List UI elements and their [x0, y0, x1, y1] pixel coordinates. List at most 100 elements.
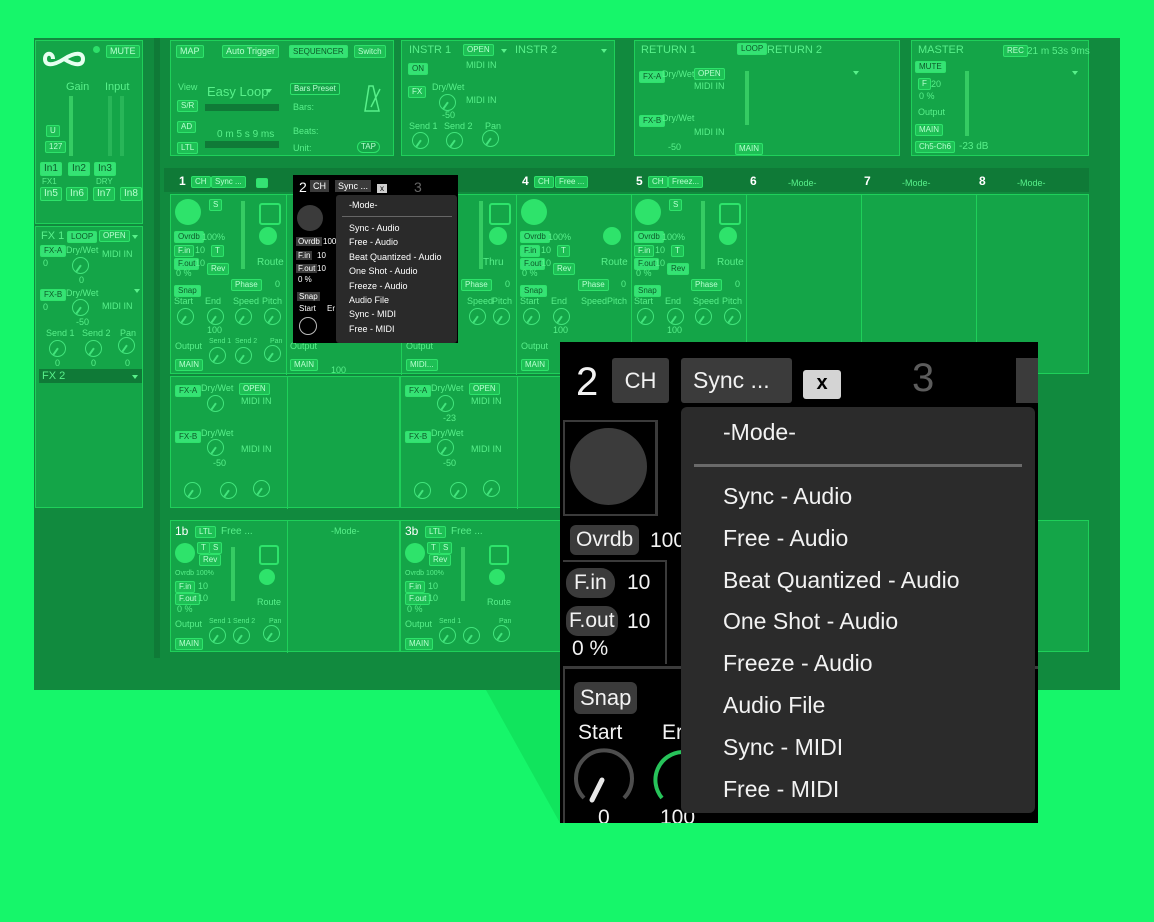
in1-button[interactable]: In1	[40, 162, 62, 176]
rec-button[interactable]: REC	[1003, 45, 1028, 57]
small-menu-item[interactable]: Freeze - Audio	[349, 281, 408, 291]
zoom-menu-item[interactable]: Free - MIDI	[723, 775, 839, 803]
row-send1-knob[interactable]	[184, 482, 201, 499]
row2-fxb-button[interactable]: FX-B	[405, 431, 432, 443]
channel-5-ch-button[interactable]: CH	[648, 176, 668, 188]
small-fin-button[interactable]: F.in	[296, 251, 313, 260]
ch3-add-icon[interactable]	[489, 227, 507, 245]
bottom-1b-t[interactable]: T	[197, 542, 210, 554]
bottom-3b-main[interactable]: MAIN	[405, 638, 433, 650]
ch5-ovrdb-button[interactable]: Ovrdb	[634, 231, 664, 243]
zoom-start-knob[interactable]	[572, 746, 636, 810]
row-fxa-button[interactable]: FX-A	[175, 385, 202, 397]
zoom-mode-select[interactable]: Sync ...	[681, 358, 792, 403]
instr2-chevron-icon[interactable]	[601, 49, 607, 53]
channel-5-mode-select[interactable]: Freez...	[668, 176, 704, 188]
return2-chevron-icon[interactable]	[853, 71, 859, 75]
map-button[interactable]: MAP	[176, 45, 204, 58]
bottom-1b-play-icon[interactable]	[259, 545, 279, 565]
row-fxb-knob[interactable]	[207, 439, 224, 456]
small-menu-item[interactable]: Free - MIDI	[349, 324, 395, 334]
bottom-1b-rev[interactable]: Rev	[199, 554, 222, 566]
row-fxb-button[interactable]: FX-B	[175, 431, 202, 443]
return-open-button[interactable]: OPEN	[694, 68, 725, 80]
instr1-open-button[interactable]: OPEN	[463, 44, 494, 56]
channel-1-ch-button[interactable]: CH	[191, 176, 211, 188]
bottom-3b-fader[interactable]	[461, 547, 465, 601]
metronome-icon[interactable]	[359, 83, 383, 113]
small-mode-select[interactable]: Sync ...	[335, 180, 372, 192]
bottom-3b-ovrdb[interactable]: Ovrdb 100%	[405, 568, 444, 579]
ch1-pitch-knob[interactable]	[264, 308, 281, 325]
zoom-ch-button[interactable]: CH	[612, 358, 669, 403]
ch5-start-knob[interactable]	[637, 308, 654, 325]
ch5-route-label[interactable]: Route	[717, 257, 744, 268]
in3-button[interactable]: In3	[94, 162, 116, 176]
ch1-ovrdb-button[interactable]: Ovrdb	[174, 231, 204, 243]
row-midi-in-2[interactable]: MIDI IN	[241, 444, 272, 455]
channel-4-mode-select[interactable]: Free ...	[555, 176, 589, 188]
small-menu-item[interactable]: Free - Audio	[349, 237, 398, 247]
row2-pan-knob[interactable]	[483, 480, 500, 497]
mute-button[interactable]: MUTE	[106, 45, 140, 58]
sequencer-button[interactable]: SEQUENCER	[289, 45, 348, 58]
zoom-menu-item[interactable]: Audio File	[723, 691, 825, 719]
in2-button[interactable]: In2	[68, 162, 90, 176]
ch1-t-button[interactable]: T	[211, 245, 224, 257]
zoom-menu-item[interactable]: Sync - Audio	[723, 482, 852, 510]
ch5-add-icon[interactable]	[719, 227, 737, 245]
ch5-volume-fader[interactable]	[701, 201, 705, 269]
return-midi-in[interactable]: MIDI IN	[694, 81, 725, 92]
bottom-3b-fin[interactable]: F.in	[405, 581, 426, 593]
small-ovrdb-button[interactable]: Ovrdb	[296, 237, 322, 246]
bottom-3b-add-icon[interactable]	[489, 569, 505, 585]
ch4-rev-button[interactable]: Rev	[553, 263, 576, 275]
ch4-ovrdb-button[interactable]: Ovrdb	[520, 231, 550, 243]
ch4-start-knob[interactable]	[523, 308, 540, 325]
instr-drywet-knob[interactable]	[439, 94, 456, 111]
bottom-3b-route[interactable]: Route	[487, 597, 511, 608]
ltl-button[interactable]: LTL	[177, 142, 199, 154]
small-ch-button[interactable]: CH	[310, 180, 329, 192]
instr-midi-in-2[interactable]: MIDI IN	[466, 95, 497, 106]
small-menu-item[interactable]: Sync - MIDI	[349, 309, 396, 319]
ch1-route-label[interactable]: Route	[257, 257, 284, 268]
ch3-phase-button[interactable]: Phase	[461, 279, 492, 291]
bottom-1b-fin[interactable]: F.in	[175, 581, 196, 593]
ch1-start-knob[interactable]	[177, 308, 194, 325]
ch5-s-button[interactable]: S	[669, 199, 683, 211]
bottom-3b-pan-knob[interactable]	[493, 625, 510, 642]
small-menu-item[interactable]: Beat Quantized - Audio	[349, 252, 442, 262]
bottom-1b-ovrdb[interactable]: Ovrdb 100%	[175, 568, 214, 579]
zoom-menu-item[interactable]: Sync - MIDI	[723, 733, 843, 761]
return-main-button[interactable]: MAIN	[735, 143, 763, 155]
fx1-loop-button[interactable]: LOOP	[67, 231, 98, 243]
bottom-1b-main[interactable]: MAIN	[175, 638, 203, 650]
zoom-menu-item[interactable]: One Shot - Audio	[723, 607, 898, 635]
in8-button[interactable]: In8	[120, 187, 142, 201]
ch1-add-icon[interactable]	[259, 227, 277, 245]
row2-midi-in[interactable]: MIDI IN	[471, 396, 502, 407]
fxa-button[interactable]: FX-A	[40, 245, 67, 257]
instr1-chevron-icon[interactable]	[501, 49, 507, 53]
zoom-snap-button[interactable]: Snap	[574, 682, 638, 714]
ch5-speed-knob[interactable]	[695, 308, 712, 325]
ch4-fin-button[interactable]: F.in	[520, 245, 541, 257]
return-midi-in-2[interactable]: MIDI IN	[694, 127, 725, 138]
auto-trigger-button[interactable]: Auto Trigger	[222, 45, 280, 58]
small-menu-item[interactable]: Sync - Audio	[349, 223, 400, 233]
bottom-1b-ltl[interactable]: LTL	[195, 526, 217, 538]
row-fxa-knob[interactable]	[207, 395, 224, 412]
ch3-midi-button[interactable]: MIDI...	[406, 359, 438, 371]
fxa-drywet-knob[interactable]	[72, 257, 89, 274]
ch5-phase-button[interactable]: Phase	[691, 279, 722, 291]
ch1-main-button[interactable]: MAIN	[175, 359, 203, 371]
master-main-button[interactable]: MAIN	[915, 124, 943, 136]
bottom-1b-send2-knob[interactable]	[233, 627, 250, 644]
ch1-pan-knob[interactable]	[264, 345, 281, 362]
ch1-rev-button[interactable]: Rev	[207, 263, 230, 275]
row-pan-knob[interactable]	[253, 480, 270, 497]
row-open-button[interactable]: OPEN	[239, 383, 270, 395]
tap-button[interactable]: TAP	[357, 141, 380, 153]
small-menu-item[interactable]: Audio File	[349, 295, 389, 305]
